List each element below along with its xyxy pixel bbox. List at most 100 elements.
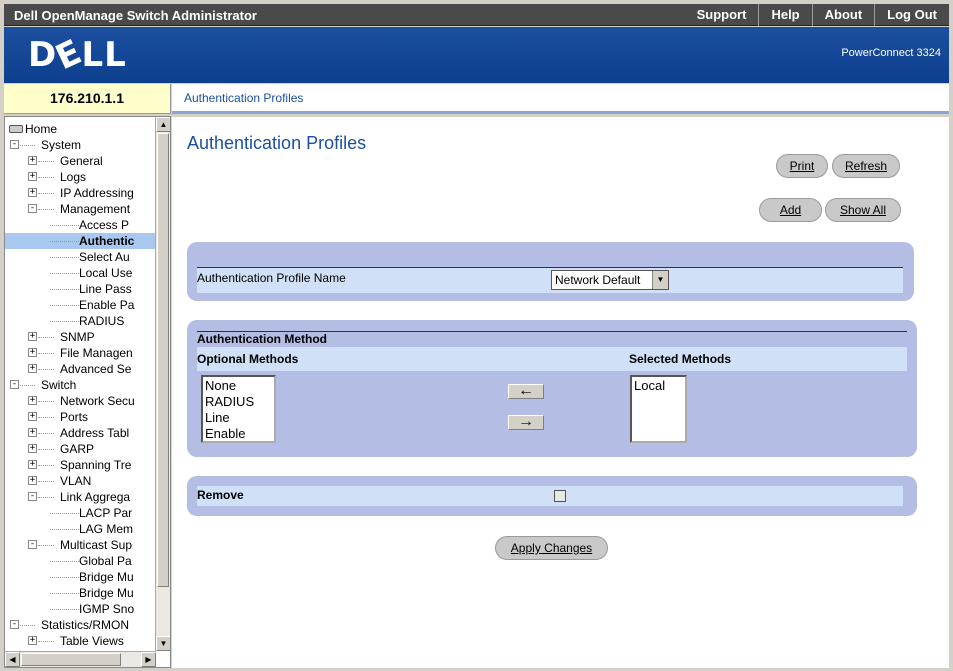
collapse-icon[interactable]: - — [10, 380, 19, 389]
tree-horizontal-scrollbar[interactable]: ◀ ▶ — [5, 651, 156, 667]
tree-item-link-aggrega[interactable]: - Link Aggrega — [5, 489, 156, 505]
tree-item-garp[interactable]: + GARP — [5, 441, 156, 457]
scroll-left-icon[interactable]: ◀ — [5, 652, 20, 667]
tree-item-label[interactable]: File Managen — [60, 346, 133, 360]
tree-item-management[interactable]: - Management — [5, 201, 156, 217]
expand-icon[interactable]: + — [28, 332, 37, 341]
collapse-icon[interactable]: - — [10, 620, 19, 629]
tree-item-home[interactable]: Home — [5, 121, 156, 137]
list-item[interactable]: Line — [205, 410, 272, 426]
tree-item-authentic[interactable]: Authentic — [5, 233, 156, 249]
support-link[interactable]: Support — [685, 4, 759, 26]
scroll-thumb-horizontal[interactable] — [21, 653, 121, 666]
expand-icon[interactable]: + — [28, 460, 37, 469]
expand-icon[interactable]: + — [28, 348, 37, 357]
tree-item-label[interactable]: Advanced Se — [60, 362, 131, 376]
help-link[interactable]: Help — [758, 4, 811, 26]
list-item[interactable]: Local — [634, 378, 683, 394]
tree-item-bridge-mu[interactable]: Bridge Mu — [5, 585, 156, 601]
move-left-button[interactable]: ← — [508, 383, 544, 399]
tree-item-label[interactable]: Bridge Mu — [79, 570, 134, 584]
expand-icon[interactable]: + — [28, 412, 37, 421]
tree-item-label[interactable]: Statistics/RMON — [41, 618, 129, 632]
selected-methods-list[interactable]: Local — [630, 375, 687, 443]
expand-icon[interactable]: + — [28, 396, 37, 405]
tree-item-label[interactable]: Management — [60, 202, 130, 216]
tree-item-logs[interactable]: + Logs — [5, 169, 156, 185]
about-link[interactable]: About — [811, 4, 875, 26]
tree-item-label[interactable]: Ports — [60, 410, 88, 424]
tree-item-label[interactable]: Line Pass — [79, 282, 132, 296]
tree-item-ports[interactable]: + Ports — [5, 409, 156, 425]
expand-icon[interactable]: + — [28, 172, 37, 181]
tree-item-label[interactable]: Logs — [60, 170, 86, 184]
scroll-down-icon[interactable]: ▼ — [156, 636, 170, 651]
tree-item-label[interactable]: LAG Mem — [79, 522, 133, 536]
refresh-button[interactable]: Refresh — [832, 154, 900, 178]
tree-item-label[interactable]: Enable Pa — [79, 298, 134, 312]
tree-item-label[interactable]: Select Au — [79, 250, 130, 264]
tree-item-spanning-tre[interactable]: + Spanning Tre — [5, 457, 156, 473]
expand-icon[interactable]: + — [28, 156, 37, 165]
scroll-thumb[interactable] — [157, 133, 169, 587]
tree-item-switch[interactable]: - Switch — [5, 377, 156, 393]
tree-item-label[interactable]: RADIUS — [79, 314, 124, 328]
tree-item-vlan[interactable]: + VLAN — [5, 473, 156, 489]
tree-item-general[interactable]: + General — [5, 153, 156, 169]
tree-item-bridge-mu[interactable]: Bridge Mu — [5, 569, 156, 585]
tree-item-label[interactable]: Global Pa — [79, 554, 132, 568]
tree-item-label[interactable]: Home — [25, 122, 57, 136]
tree-item-label[interactable]: Spanning Tre — [60, 458, 131, 472]
expand-icon[interactable]: + — [28, 364, 37, 373]
tree-item-label[interactable]: Table Views — [60, 634, 124, 648]
tree-item-system[interactable]: - System — [5, 137, 156, 153]
tree-item-label[interactable]: IP Addressing — [60, 186, 134, 200]
show-all-button[interactable]: Show All — [825, 198, 901, 222]
tree-item-label[interactable]: Authentic — [79, 234, 134, 248]
expand-icon[interactable]: + — [28, 444, 37, 453]
tree-item-snmp[interactable]: + SNMP — [5, 329, 156, 345]
tree-item-igmp-sno[interactable]: IGMP Sno — [5, 601, 156, 617]
tree-item-network-secu[interactable]: + Network Secu — [5, 393, 156, 409]
tree-item-label[interactable]: Switch — [41, 378, 76, 392]
tree-item-label[interactable]: System — [41, 138, 81, 152]
collapse-icon[interactable]: - — [28, 540, 37, 549]
remove-checkbox[interactable] — [554, 490, 566, 502]
list-item[interactable]: RADIUS — [205, 394, 272, 410]
optional-methods-list[interactable]: None RADIUS Line Enable — [201, 375, 276, 443]
scroll-right-icon[interactable]: ▶ — [141, 652, 156, 667]
tree-item-advanced-se[interactable]: + Advanced Se — [5, 361, 156, 377]
tree-item-label[interactable]: VLAN — [60, 474, 91, 488]
expand-icon[interactable]: + — [28, 428, 37, 437]
tree-item-label[interactable]: General — [60, 154, 103, 168]
tree-item-label[interactable]: Link Aggrega — [60, 490, 130, 504]
tree-item-ip-addressing[interactable]: + IP Addressing — [5, 185, 156, 201]
tree-item-global-pa[interactable]: Global Pa — [5, 553, 156, 569]
apply-changes-button[interactable]: Apply Changes — [495, 536, 608, 560]
collapse-icon[interactable]: - — [10, 140, 19, 149]
add-button[interactable]: Add — [759, 198, 822, 222]
tree-item-label[interactable]: Multicast Sup — [60, 538, 132, 552]
tree-item-label[interactable]: SNMP — [60, 330, 95, 344]
chevron-down-icon[interactable]: ▼ — [652, 271, 668, 289]
tree-item-select-au[interactable]: Select Au — [5, 249, 156, 265]
expand-icon[interactable]: + — [28, 476, 37, 485]
tree-item-label[interactable]: Network Secu — [60, 394, 135, 408]
tree-item-label[interactable]: IGMP Sno — [79, 602, 134, 616]
tree-vertical-scrollbar[interactable]: ▲ ▼ — [155, 117, 170, 651]
list-item[interactable]: Enable — [205, 426, 272, 442]
tree-item-line-pass[interactable]: Line Pass — [5, 281, 156, 297]
tree-item-lag-mem[interactable]: LAG Mem — [5, 521, 156, 537]
tree-item-label[interactable]: Access P — [79, 218, 129, 232]
tree-item-access-p[interactable]: Access P — [5, 217, 156, 233]
tree-item-enable-pa[interactable]: Enable Pa — [5, 297, 156, 313]
tree-item-statistics-rmon[interactable]: - Statistics/RMON — [5, 617, 156, 633]
tree-item-lacp-par[interactable]: LACP Par — [5, 505, 156, 521]
tree-item-table-views[interactable]: + Table Views — [5, 633, 156, 649]
collapse-icon[interactable]: - — [28, 204, 37, 213]
logout-link[interactable]: Log Out — [874, 4, 949, 26]
tree-item-local-use[interactable]: Local Use — [5, 265, 156, 281]
tree-item-file-managen[interactable]: + File Managen — [5, 345, 156, 361]
tree-item-label[interactable]: Local Use — [79, 266, 132, 280]
expand-icon[interactable]: + — [28, 636, 37, 645]
